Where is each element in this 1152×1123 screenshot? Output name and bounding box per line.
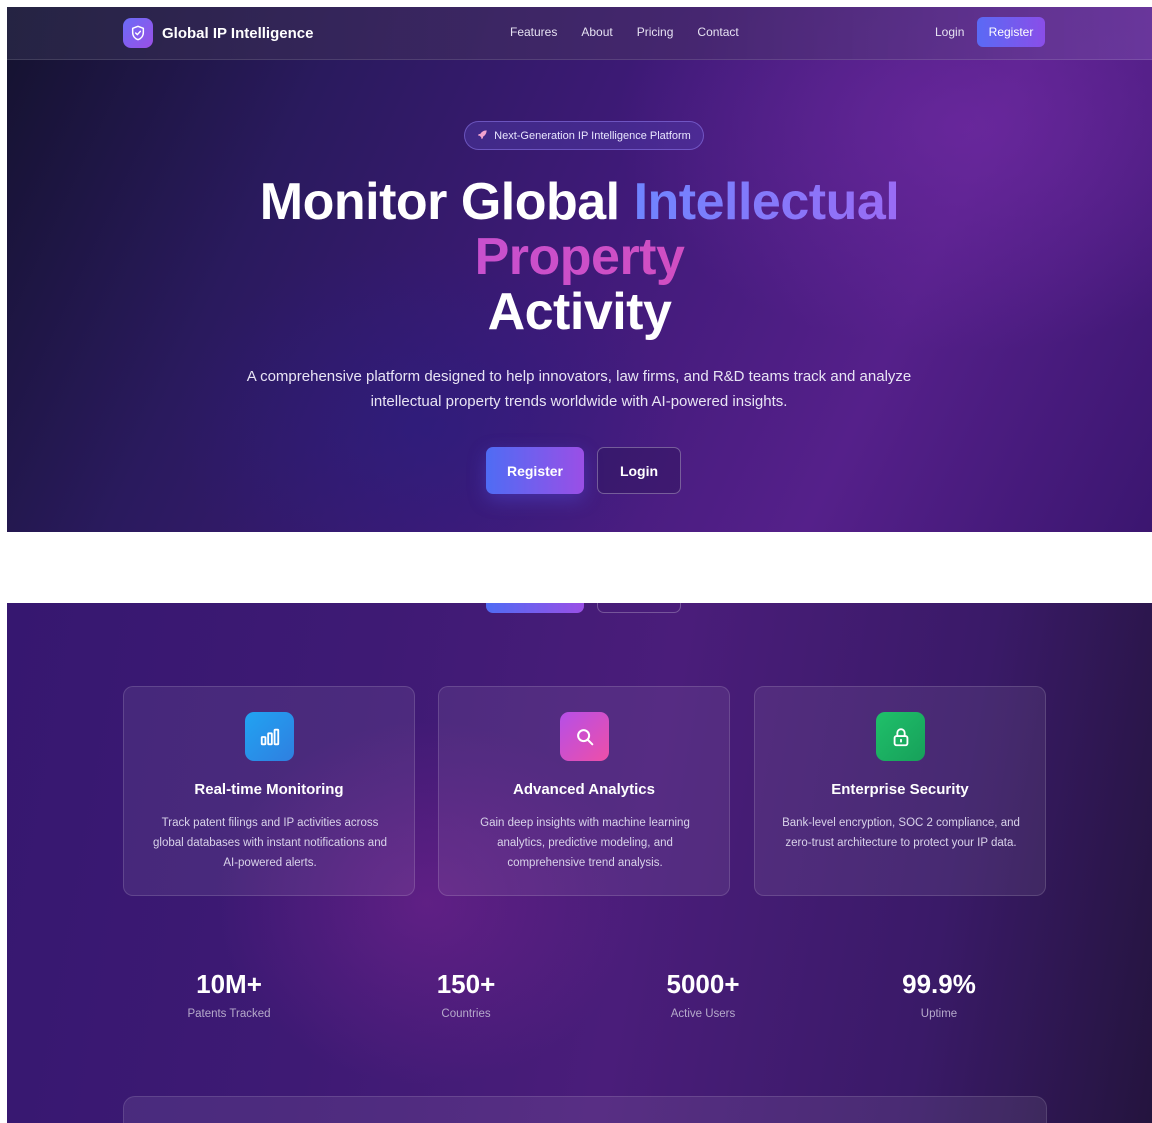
feature-card-monitoring: Real-time Monitoring Track patent filing…	[123, 686, 415, 896]
hero-description: A comprehensive platform designed to hel…	[246, 368, 912, 410]
hero-title-part-2: Intellectual	[633, 173, 900, 231]
feature-title: Real-time Monitoring	[194, 781, 344, 798]
hero-title-part-3: Property	[7, 230, 1152, 285]
navbar: Global IP Intelligence Features About Pr…	[7, 7, 1152, 60]
stat-value: 10M+	[196, 969, 262, 999]
hero-title-part-1: Monitor Global	[259, 173, 620, 231]
stat-label: Countries	[441, 1008, 491, 1020]
hero-title: Monitor Global Intellectual Property Act…	[7, 175, 1152, 340]
features-section: Real-time Monitoring Track patent filing…	[7, 603, 1152, 1123]
hero-login-button-edge[interactable]	[597, 603, 681, 613]
brand[interactable]: Global IP Intelligence	[123, 17, 313, 49]
hero-register-button[interactable]: Register	[486, 447, 584, 494]
hero-title-part-4: Activity	[487, 283, 672, 341]
hero-section: Global IP Intelligence Features About Pr…	[7, 7, 1152, 532]
stat-countries: 150+ Countries	[366, 969, 566, 1020]
nav-link-features[interactable]: Features	[510, 25, 557, 39]
stat-label: Patents Tracked	[187, 1008, 271, 1020]
feature-description: Bank-level encryption, SOC 2 compliance,…	[782, 817, 1020, 849]
stat-value: 150+	[436, 969, 496, 999]
badge-text: Next-Generation IP Intelligence Platform	[494, 129, 691, 142]
nav-link-pricing[interactable]: Pricing	[637, 25, 674, 39]
feature-description: Gain deep insights with machine learning…	[480, 817, 690, 869]
bar-chart-icon	[245, 712, 294, 761]
feature-card-analytics: Advanced Analytics Gain deep insights wi…	[438, 686, 730, 896]
nav-link-contact[interactable]: Contact	[697, 25, 738, 39]
feature-title: Advanced Analytics	[513, 781, 655, 798]
stat-uptime: 99.9% Uptime	[839, 969, 1039, 1020]
shield-icon	[123, 18, 153, 48]
feature-card-security: Enterprise Security Bank-level encryptio…	[754, 686, 1046, 896]
stat-patents: 10M+ Patents Tracked	[129, 969, 329, 1020]
nav-register-button[interactable]: Register	[977, 17, 1045, 47]
nav-login-link[interactable]: Login	[935, 25, 964, 39]
search-icon	[560, 712, 609, 761]
hero-register-button-edge[interactable]	[486, 603, 584, 613]
cta-card-partial	[123, 1096, 1047, 1123]
feature-title: Enterprise Security	[831, 781, 969, 798]
platform-badge: Next-Generation IP Intelligence Platform	[464, 121, 704, 150]
stat-label: Active Users	[670, 1008, 736, 1020]
lock-icon	[876, 712, 925, 761]
feature-description: Track patent filings and IP activities a…	[153, 817, 387, 869]
stat-value: 5000+	[666, 969, 740, 999]
hero-login-button[interactable]: Login	[597, 447, 681, 494]
stat-value: 99.9%	[902, 969, 976, 999]
nav-links: Features About Pricing Contact	[510, 25, 763, 39]
rocket-icon	[477, 129, 488, 143]
stat-users: 5000+ Active Users	[603, 969, 803, 1020]
nav-link-about[interactable]: About	[581, 25, 612, 39]
stat-label: Uptime	[920, 1008, 958, 1020]
brand-name: Global IP Intelligence	[162, 24, 314, 42]
